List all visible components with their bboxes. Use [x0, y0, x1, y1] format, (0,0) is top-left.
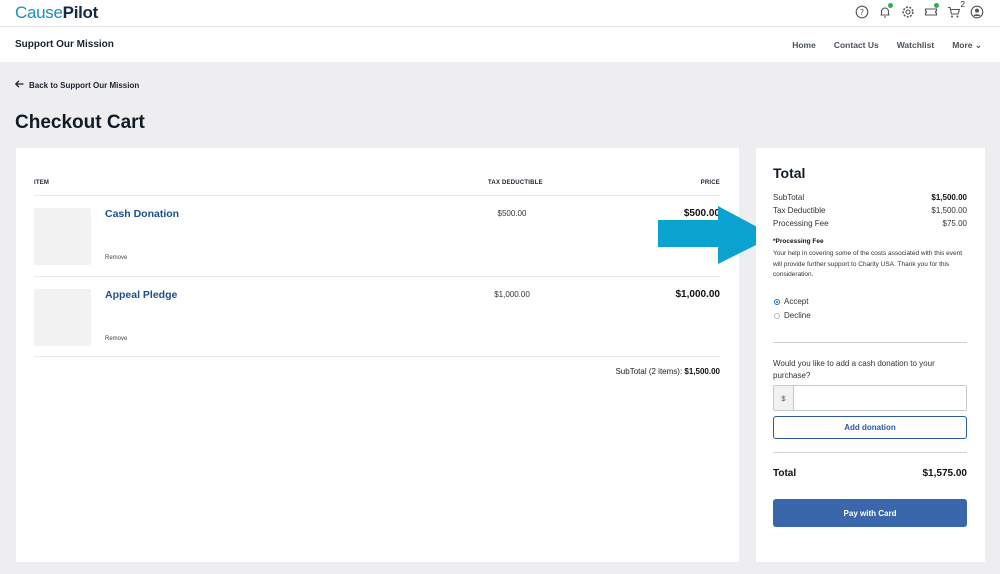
- summary-divider: [773, 452, 967, 453]
- logo-part-2: Pilot: [62, 3, 99, 22]
- cart-subtotal-value: $1,500.00: [684, 367, 720, 376]
- add-donation-button[interactable]: Add donation: [773, 416, 967, 439]
- radio-accept[interactable]: Accept: [774, 297, 808, 306]
- top-icons: ? 2: [855, 0, 984, 19]
- item-tax-deductible: $500.00: [497, 209, 527, 218]
- processing-fee-label: *Processing Fee: [773, 238, 824, 245]
- item-name-appeal-pledge[interactable]: Appeal Pledge: [105, 289, 177, 301]
- logo-part-1: Cause: [15, 3, 63, 22]
- radio-accept-label: Accept: [784, 297, 809, 306]
- radio-decline-label: Decline: [784, 311, 811, 320]
- radio-decline[interactable]: Decline: [774, 311, 811, 320]
- summary-label: SubTotal: [773, 193, 805, 202]
- back-link[interactable]: Back to Support Our Mission: [14, 80, 140, 90]
- summary-divider: [773, 342, 967, 343]
- gear-icon[interactable]: [901, 5, 915, 19]
- nav-home[interactable]: Home: [792, 40, 816, 51]
- help-icon[interactable]: ?: [855, 5, 869, 19]
- page-title: Checkout Cart: [15, 112, 145, 133]
- chevron-down-icon: ⌄: [974, 40, 982, 50]
- cart-subtotal: SubTotal (2 items): $1,500.00: [615, 367, 720, 376]
- radio-indicator: [774, 312, 780, 319]
- summary-title: Total: [773, 165, 806, 181]
- summary-row-processing-fee: Processing Fee $75.00: [773, 219, 967, 228]
- row-divider: [34, 356, 720, 357]
- summary-row-tax-deductible: Tax Deductible $1,500.00: [773, 206, 967, 215]
- arrow-left-icon: [14, 80, 24, 90]
- item-thumbnail[interactable]: [34, 208, 91, 265]
- col-header-price: PRICE: [700, 180, 720, 186]
- order-total: Total $1,575.00: [773, 468, 967, 479]
- cart-count: 2: [960, 0, 965, 9]
- bell-icon[interactable]: [878, 3, 893, 19]
- item-price: $1,000.00: [675, 289, 721, 300]
- donation-amount-input[interactable]: [794, 386, 966, 410]
- ticket-icon[interactable]: [924, 3, 939, 19]
- item-thumbnail[interactable]: [34, 289, 91, 346]
- pay-with-card-button[interactable]: Pay with Card: [773, 499, 967, 527]
- header-divider: [34, 195, 720, 196]
- col-header-item: ITEM: [34, 180, 50, 186]
- cart-panel: ITEM TAX DEDUCTIBLE PRICE Cash Donation …: [16, 148, 739, 562]
- item-tax-deductible: $1,000.00: [494, 290, 530, 299]
- item-name-cash-donation[interactable]: Cash Donation: [105, 208, 179, 220]
- radio-selected-indicator: [774, 298, 780, 305]
- nav-links: Home Contact Us Watchlist More ⌄: [792, 40, 982, 51]
- nav-contact-us[interactable]: Contact Us: [834, 40, 879, 51]
- nav-more-label: More: [952, 40, 973, 50]
- summary-row-subtotal: SubTotal $1,500.00: [773, 193, 967, 202]
- donation-question: Would you like to add a cash donation to…: [773, 359, 935, 380]
- svg-text:?: ?: [860, 8, 864, 17]
- order-total-value: $1,575.00: [922, 468, 968, 479]
- row-divider: [34, 276, 720, 277]
- col-header-tax: TAX DEDUCTIBLE: [488, 180, 543, 186]
- nav-bar: Support Our Mission Home Contact Us Watc…: [0, 26, 1000, 62]
- summary-value: $1,500.00: [931, 193, 967, 202]
- summary-label: Processing Fee: [773, 219, 829, 228]
- nav-more[interactable]: More ⌄: [952, 40, 982, 51]
- user-icon[interactable]: [970, 5, 984, 19]
- summary-value: $75.00: [942, 219, 967, 228]
- notification-dot: [888, 3, 893, 8]
- summary-label: Tax Deductible: [773, 206, 826, 215]
- nav-watchlist[interactable]: Watchlist: [897, 40, 934, 51]
- causepilot-logo[interactable]: CausePilot: [15, 3, 98, 23]
- order-total-label: Total: [773, 468, 797, 479]
- summary-panel: Total SubTotal $1,500.00 Tax Deductible …: [756, 148, 985, 562]
- ticket-dot: [934, 3, 939, 8]
- donation-amount-field: $: [773, 385, 967, 411]
- remove-link[interactable]: Remove: [105, 255, 127, 261]
- cart-icon[interactable]: 2: [947, 0, 965, 19]
- summary-value: $1,500.00: [931, 206, 967, 215]
- top-bar: CausePilot ? 2: [0, 0, 1000, 26]
- cart-subtotal-label: SubTotal (2 items):: [615, 367, 683, 376]
- back-link-label: Back to Support Our Mission: [29, 80, 140, 90]
- processing-fee-description: Your help in covering some of the costs …: [773, 250, 963, 278]
- currency-prefix: $: [774, 386, 794, 410]
- site-title[interactable]: Support Our Mission: [15, 39, 114, 50]
- remove-link[interactable]: Remove: [105, 336, 127, 342]
